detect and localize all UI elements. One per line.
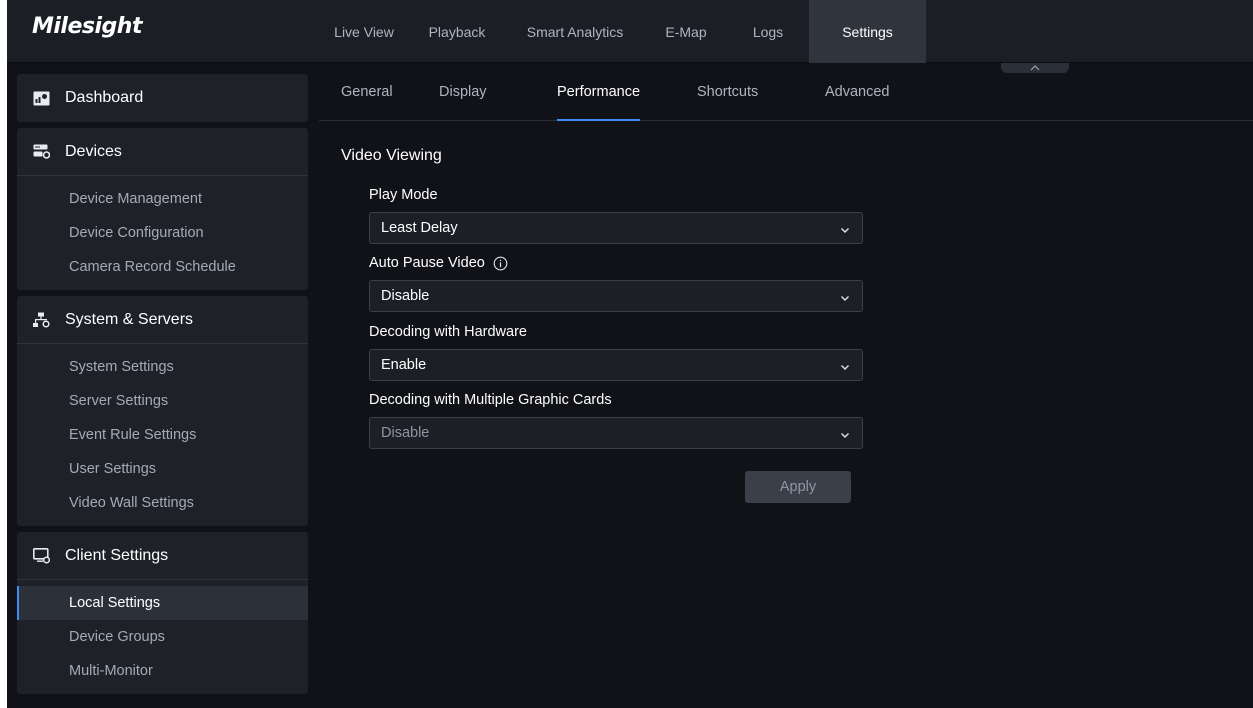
sidebar-items-devices: Device Management Device Configuration C…	[17, 176, 308, 290]
sidebar-header-system-servers[interactable]: System & Servers	[17, 296, 308, 344]
auto-pause-video-select[interactable]: Disable	[369, 280, 863, 312]
sidebar-group-system-servers: System & Servers System Settings Server …	[17, 296, 308, 526]
sidebar: Dashboard Devices Device Management Devi…	[17, 74, 308, 700]
decoding-multiple-cards-label: Decoding with Multiple Graphic Cards	[369, 392, 612, 408]
chevron-down-icon	[840, 360, 850, 376]
sidebar-item-device-groups[interactable]: Device Groups	[17, 620, 308, 654]
tab-general[interactable]: General	[341, 63, 393, 121]
tab-shortcuts[interactable]: Shortcuts	[697, 63, 758, 121]
sidebar-item-device-configuration[interactable]: Device Configuration	[17, 216, 308, 250]
decoding-hardware-label-text: Decoding with Hardware	[369, 324, 527, 340]
sidebar-header-devices[interactable]: Devices	[17, 128, 308, 176]
dashboard-icon	[33, 90, 50, 107]
info-icon[interactable]	[493, 256, 508, 271]
decoding-hardware-select[interactable]: Enable	[369, 349, 863, 381]
tab-performance[interactable]: Performance	[557, 63, 641, 121]
nav-tab-live-view[interactable]: Live View	[319, 0, 409, 63]
sidebar-item-video-wall-settings[interactable]: Video Wall Settings	[17, 486, 308, 520]
sidebar-items-client-settings: Local Settings Device Groups Multi-Monit…	[17, 580, 308, 694]
system-servers-icon	[33, 311, 50, 328]
sidebar-header-label: Dashboard	[65, 89, 144, 106]
decoding-multiple-cards-label-text: Decoding with Multiple Graphic Cards	[369, 392, 612, 408]
sidebar-item-event-rule-settings[interactable]: Event Rule Settings	[17, 418, 308, 452]
sidebar-group-client-settings: Client Settings Local Settings Device Gr…	[17, 532, 308, 694]
decoding-hardware-label: Decoding with Hardware	[369, 324, 527, 340]
section-title-video-viewing: Video Viewing	[341, 147, 442, 164]
settings-subtabs: General Display Performance Shortcuts Ad…	[319, 63, 1253, 121]
play-mode-label-text: Play Mode	[369, 187, 438, 203]
chevron-down-icon	[840, 428, 850, 444]
nav-tab-playback[interactable]: Playback	[409, 0, 505, 63]
sidebar-header-client-settings[interactable]: Client Settings	[17, 532, 308, 580]
sidebar-header-dashboard[interactable]: Dashboard	[17, 74, 308, 122]
sidebar-item-local-settings[interactable]: Local Settings	[17, 586, 308, 620]
sidebar-header-label: System & Servers	[65, 310, 194, 328]
nav-tab-e-map[interactable]: E-Map	[645, 0, 727, 63]
sidebar-item-camera-record-schedule[interactable]: Camera Record Schedule	[17, 250, 308, 284]
chevron-down-icon	[840, 223, 850, 239]
devices-icon	[33, 143, 50, 160]
main-content: General Display Performance Shortcuts Ad…	[319, 63, 1253, 708]
top-bar: Milesight Live View Playback Smart Analy…	[7, 0, 1253, 63]
app-window: Milesight Live View Playback Smart Analy…	[7, 0, 1253, 708]
decoding-multiple-cards-select[interactable]: Disable	[369, 417, 863, 449]
sidebar-item-system-settings[interactable]: System Settings	[17, 350, 308, 384]
play-mode-select[interactable]: Least Delay	[369, 212, 863, 244]
apply-button[interactable]: Apply	[745, 471, 851, 503]
chevron-down-icon	[840, 291, 850, 307]
milesight-logo: Milesight	[32, 14, 142, 39]
auto-pause-video-label: Auto Pause Video	[369, 255, 508, 271]
play-mode-label: Play Mode	[369, 187, 438, 203]
sidebar-header-label: Devices	[65, 142, 122, 160]
sidebar-header-label: Client Settings	[65, 546, 169, 564]
auto-pause-video-value: Disable	[381, 288, 430, 304]
tab-display[interactable]: Display	[439, 63, 487, 121]
nav-tab-smart-analytics[interactable]: Smart Analytics	[505, 0, 645, 63]
sidebar-item-device-management[interactable]: Device Management	[17, 182, 308, 216]
main-nav: Live View Playback Smart Analytics E-Map…	[319, 0, 926, 63]
client-settings-icon	[33, 547, 50, 564]
nav-tab-logs[interactable]: Logs	[727, 0, 809, 63]
play-mode-value: Least Delay	[381, 220, 458, 236]
decoding-multiple-cards-value: Disable	[381, 425, 430, 441]
decoding-hardware-value: Enable	[381, 357, 427, 373]
sidebar-item-user-settings[interactable]: User Settings	[17, 452, 308, 486]
sidebar-group-devices: Devices Device Management Device Configu…	[17, 128, 308, 290]
nav-tab-settings[interactable]: Settings	[809, 0, 926, 63]
sidebar-group-dashboard: Dashboard	[17, 74, 308, 122]
auto-pause-video-label-text: Auto Pause Video	[369, 255, 485, 271]
sidebar-item-server-settings[interactable]: Server Settings	[17, 384, 308, 418]
tab-advanced[interactable]: Advanced	[825, 63, 890, 121]
sidebar-item-multi-monitor[interactable]: Multi-Monitor	[17, 654, 308, 688]
sidebar-items-system-servers: System Settings Server Settings Event Ru…	[17, 344, 308, 526]
